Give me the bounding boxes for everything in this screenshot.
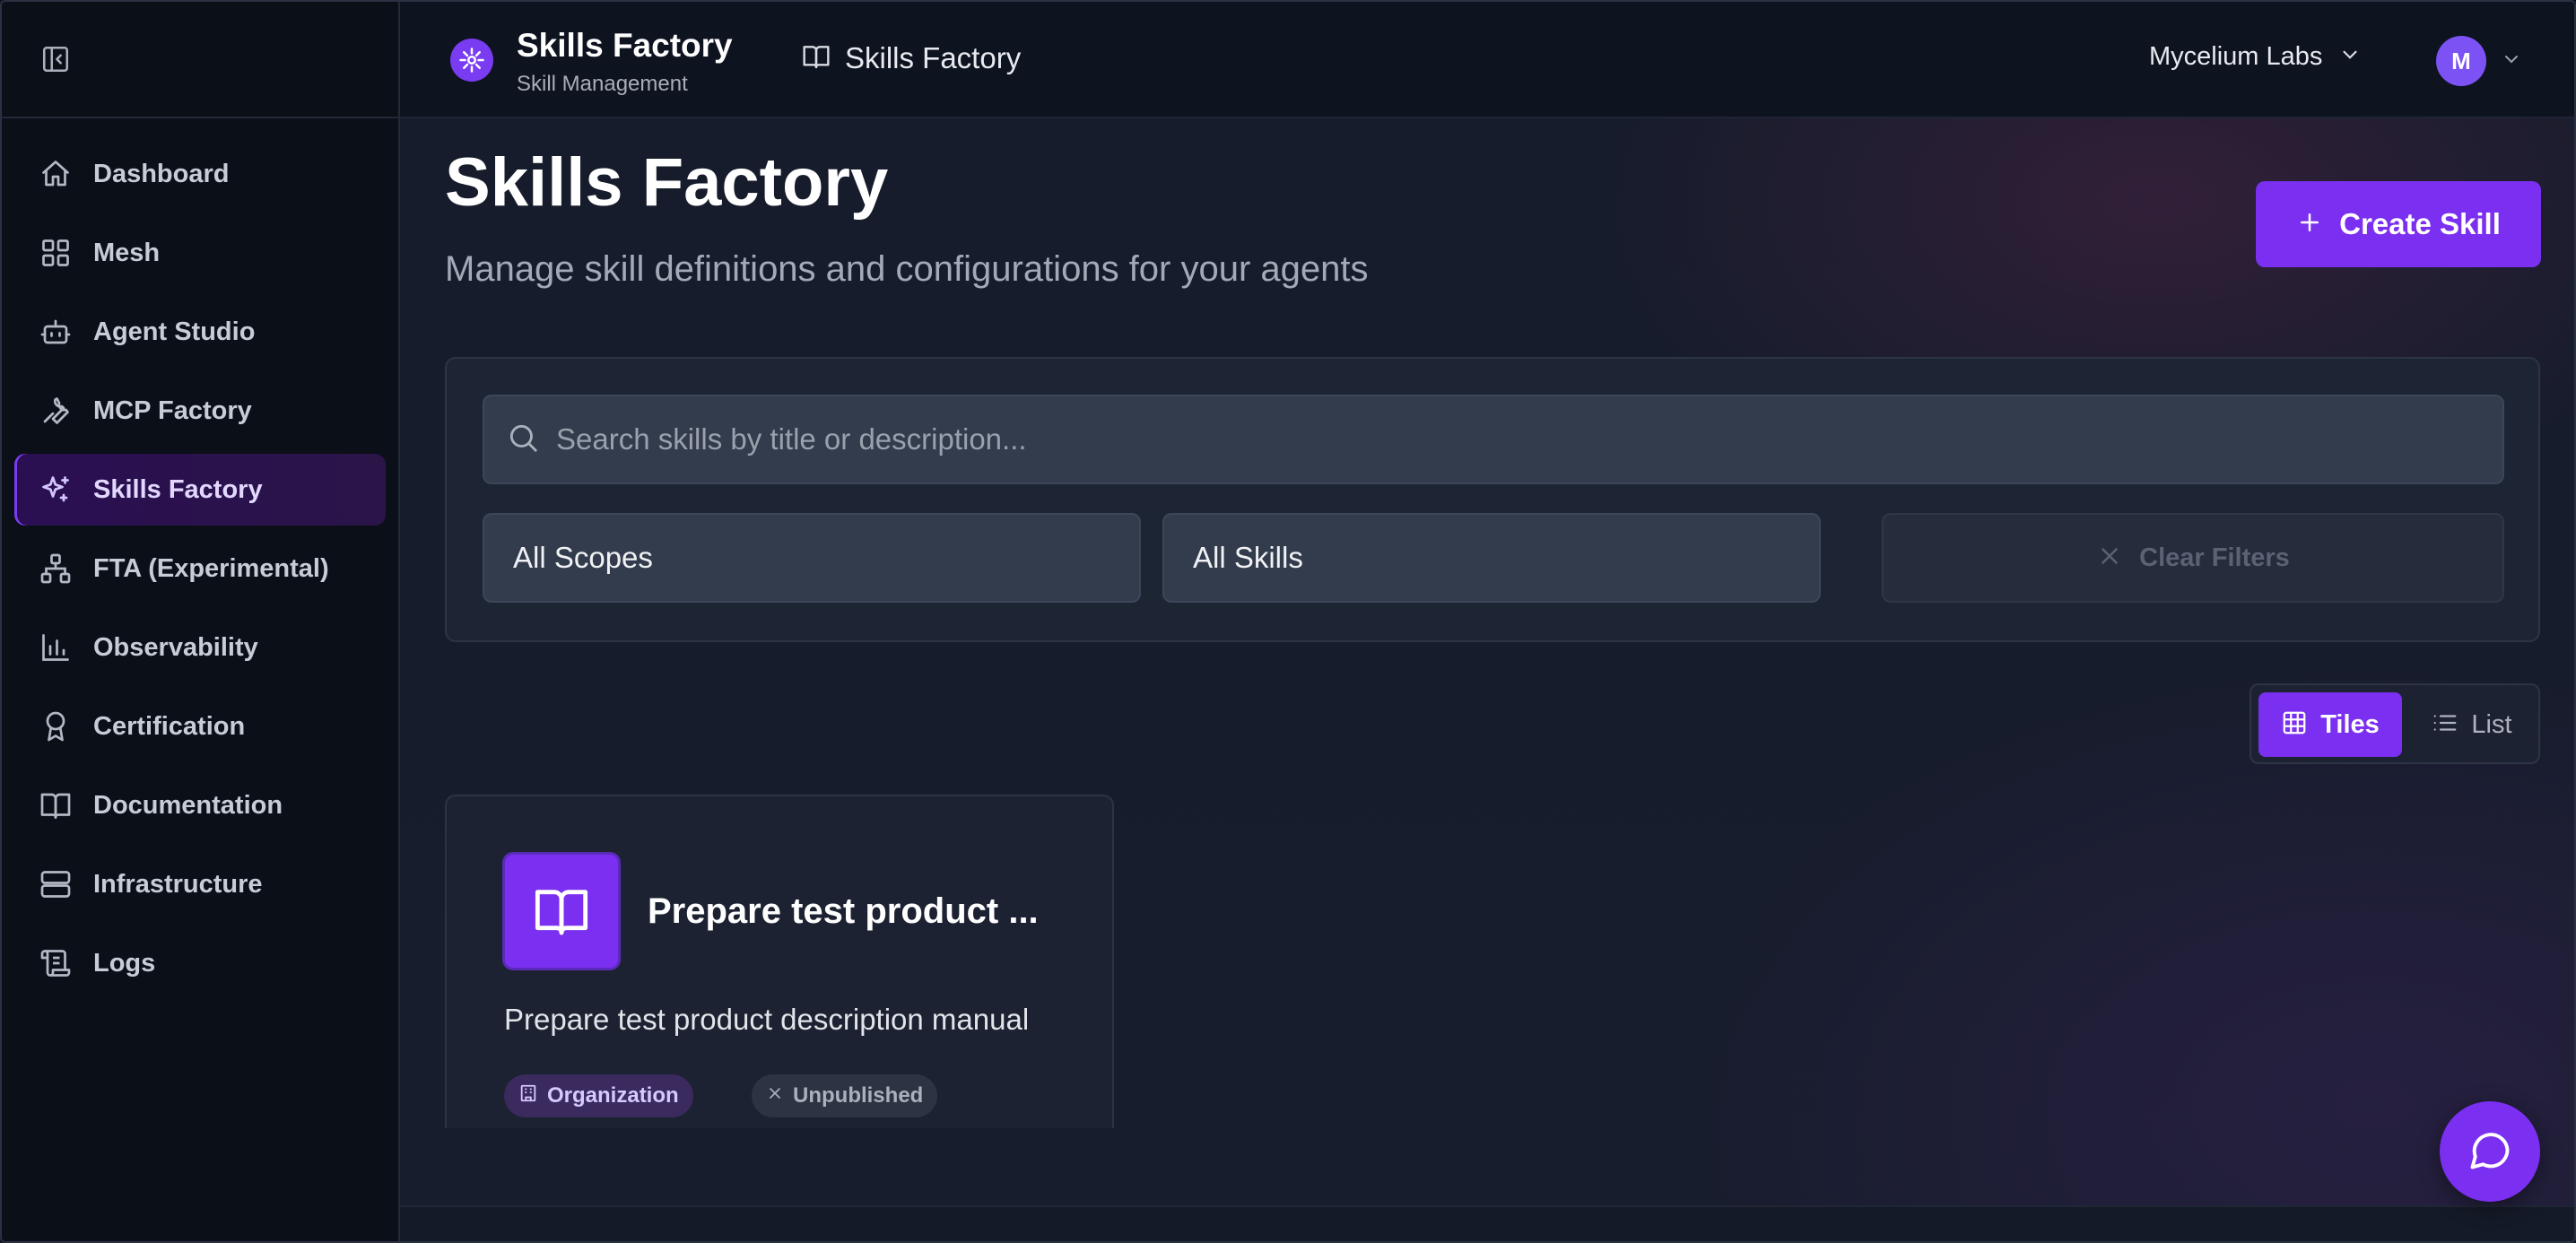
chat-bubble-icon	[2467, 1126, 2513, 1178]
sidebar-item-skills-factory[interactable]: Skills Factory	[14, 454, 386, 526]
chevron-down-icon	[2501, 48, 2522, 74]
building-icon	[518, 1083, 538, 1109]
sidebar-item-certification[interactable]: Certification	[14, 691, 386, 762]
bar-chart-icon	[38, 630, 74, 665]
sidebar-item-label: Skills Factory	[93, 474, 263, 504]
list-view-button[interactable]: List	[2409, 692, 2535, 757]
sidebar-item-label: Documentation	[93, 790, 283, 820]
sidebar: Dashboard Mesh Agent Studio MCP Factory	[2, 2, 400, 1241]
sidebar-nav: Dashboard Mesh Agent Studio MCP Factory	[2, 118, 398, 999]
bot-icon	[38, 314, 74, 350]
sidebar-item-mesh[interactable]: Mesh	[14, 217, 386, 289]
sidebar-item-label: Dashboard	[93, 159, 230, 188]
book-icon	[802, 42, 831, 75]
chat-button[interactable]	[2440, 1101, 2540, 1202]
view-toggle: Tiles List	[2250, 683, 2540, 764]
clear-filters-button[interactable]: Clear Filters	[1882, 513, 2504, 603]
bottom-strip	[400, 1205, 2574, 1241]
sidebar-item-dashboard[interactable]: Dashboard	[14, 138, 386, 210]
tiles-view-label: Tiles	[2320, 709, 2380, 739]
sidebar-collapse-button[interactable]	[38, 43, 74, 79]
clear-filters-label: Clear Filters	[2139, 543, 2290, 572]
chevron-down-icon	[2338, 43, 2362, 71]
network-icon	[38, 551, 74, 587]
wrench-icon	[38, 393, 74, 429]
page-title: Skills Factory	[445, 144, 889, 221]
sidebar-item-label: Infrastructure	[93, 869, 263, 899]
grid-icon	[2281, 709, 2308, 741]
sidebar-item-label: Agent Studio	[93, 317, 256, 346]
sidebar-collapse-icon	[40, 44, 71, 79]
search-icon	[506, 421, 540, 459]
scope-badge: Organization	[504, 1074, 693, 1117]
status-badge: Unpublished	[752, 1074, 938, 1117]
scope-filter-value: All Scopes	[513, 541, 653, 574]
create-skill-button[interactable]: Create Skill	[2256, 181, 2541, 267]
skills-filter-select[interactable]: All Skills	[1162, 513, 1821, 603]
skill-card-description: Prepare test product description manual	[504, 1003, 1030, 1036]
page-subtitle: Manage skill definitions and configurati…	[445, 249, 1369, 289]
sidebar-item-documentation[interactable]: Documentation	[14, 769, 386, 841]
search-input[interactable]	[540, 396, 2502, 482]
sidebar-item-label: Logs	[93, 948, 156, 978]
scope-badge-label: Organization	[547, 1083, 679, 1108]
brand-title: Skills Factory	[517, 27, 733, 64]
brand-subtitle: Skill Management	[517, 72, 688, 96]
top-bar: Skills Factory Skill Management Skills F…	[400, 2, 2574, 118]
sidebar-item-infrastructure[interactable]: Infrastructure	[14, 848, 386, 920]
org-name: Mycelium Labs	[2149, 42, 2323, 71]
skill-card-title: Prepare test product ...	[648, 891, 1039, 931]
skill-card[interactable]: Prepare test product ... Prepare test pr…	[445, 795, 1114, 1128]
close-icon	[766, 1083, 784, 1108]
breadcrumb-label: Skills Factory	[845, 41, 1022, 74]
book-icon	[502, 852, 621, 970]
list-icon	[2432, 709, 2459, 741]
scope-filter-select[interactable]: All Scopes	[483, 513, 1141, 603]
status-badge-label: Unpublished	[793, 1083, 924, 1108]
plus-icon	[2296, 209, 2323, 240]
sidebar-item-label: Certification	[93, 711, 246, 741]
sidebar-item-label: Observability	[93, 632, 258, 662]
skills-filter-value: All Skills	[1193, 541, 1303, 574]
grid-icon	[38, 235, 74, 271]
sidebar-item-agent-studio[interactable]: Agent Studio	[14, 296, 386, 368]
list-view-label: List	[2471, 709, 2512, 739]
sidebar-item-logs[interactable]: Logs	[14, 927, 386, 999]
sidebar-item-label: MCP Factory	[93, 396, 252, 425]
app-window: Dashboard Mesh Agent Studio MCP Factory	[0, 0, 2576, 1243]
book-icon	[38, 787, 74, 823]
org-switcher[interactable]: Mycelium Labs	[2149, 42, 2362, 72]
sidebar-item-label: FTA (Experimental)	[93, 553, 329, 583]
sidebar-header	[2, 2, 398, 118]
home-icon	[38, 156, 74, 192]
scroll-icon	[38, 945, 74, 981]
sparkles-icon	[38, 472, 74, 508]
tiles-view-button[interactable]: Tiles	[2258, 692, 2402, 757]
main-content: Skills Factory Manage skill definitions …	[400, 118, 2574, 1241]
sidebar-item-mcp-factory[interactable]: MCP Factory	[14, 375, 386, 447]
user-menu[interactable]: M	[2436, 36, 2522, 86]
sidebar-item-observability[interactable]: Observability	[14, 612, 386, 683]
close-icon	[2096, 543, 2123, 574]
sidebar-item-fta[interactable]: FTA (Experimental)	[14, 533, 386, 604]
sidebar-item-label: Mesh	[93, 238, 161, 267]
avatar: M	[2436, 36, 2486, 86]
award-icon	[38, 708, 74, 744]
search-box[interactable]	[483, 395, 2504, 484]
server-icon	[38, 866, 74, 902]
filter-panel: All Scopes All Skills Clear Filters	[445, 357, 2540, 642]
create-skill-label: Create Skill	[2339, 207, 2501, 240]
breadcrumb[interactable]: Skills Factory	[802, 41, 1021, 75]
skills-factory-logo-icon	[450, 39, 493, 82]
